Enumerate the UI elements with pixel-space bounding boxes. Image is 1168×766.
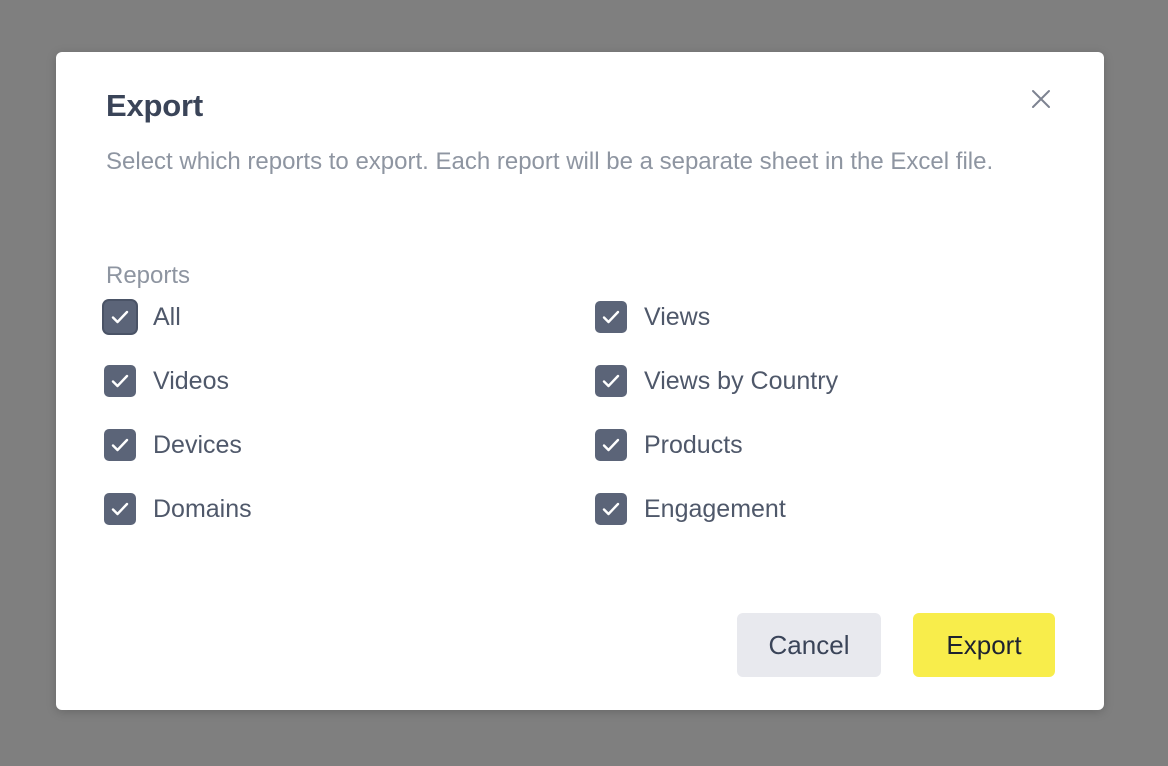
checkmark-icon [111, 310, 129, 324]
checkbox-products[interactable] [595, 429, 627, 461]
option-views-by-country[interactable]: Views by Country [595, 365, 1064, 429]
checkbox-views[interactable] [595, 301, 627, 333]
option-products[interactable]: Products [595, 429, 1064, 493]
cancel-button[interactable]: Cancel [737, 613, 881, 677]
dialog-title: Export [106, 88, 203, 123]
checkmark-icon [602, 438, 620, 452]
checkmark-icon [602, 502, 620, 516]
option-label: Videos [153, 367, 229, 395]
option-domains[interactable]: Domains [104, 493, 595, 557]
export-button[interactable]: Export [913, 613, 1055, 677]
checkmark-icon [111, 502, 129, 516]
option-devices[interactable]: Devices [104, 429, 595, 493]
option-label: Products [644, 431, 743, 459]
checkbox-domains[interactable] [104, 493, 136, 525]
checkbox-devices[interactable] [104, 429, 136, 461]
checkbox-engagement[interactable] [595, 493, 627, 525]
option-label: Engagement [644, 495, 786, 523]
option-videos[interactable]: Videos [104, 365, 595, 429]
checkmark-icon [111, 438, 129, 452]
checkmark-icon [602, 310, 620, 324]
option-label: All [153, 303, 181, 331]
close-button[interactable] [1026, 84, 1056, 114]
checkmark-icon [602, 374, 620, 388]
checkbox-views-by-country[interactable] [595, 365, 627, 397]
checkbox-videos[interactable] [104, 365, 136, 397]
option-label: Domains [153, 495, 252, 523]
option-label: Devices [153, 431, 242, 459]
option-engagement[interactable]: Engagement [595, 493, 1064, 557]
option-all[interactable]: All [104, 301, 595, 365]
export-dialog: Export Select which reports to export. E… [56, 52, 1104, 710]
option-label: Views by Country [644, 367, 839, 395]
dialog-description: Select which reports to export. Each rep… [106, 148, 994, 175]
checkbox-all[interactable] [104, 301, 136, 333]
close-icon [1032, 90, 1050, 108]
reports-section-label: Reports [106, 262, 191, 289]
option-views[interactable]: Views [595, 301, 1064, 365]
reports-checkbox-grid: All Views Videos Views by Country Device… [104, 301, 1064, 557]
checkmark-icon [111, 374, 129, 388]
option-label: Views [644, 303, 711, 331]
